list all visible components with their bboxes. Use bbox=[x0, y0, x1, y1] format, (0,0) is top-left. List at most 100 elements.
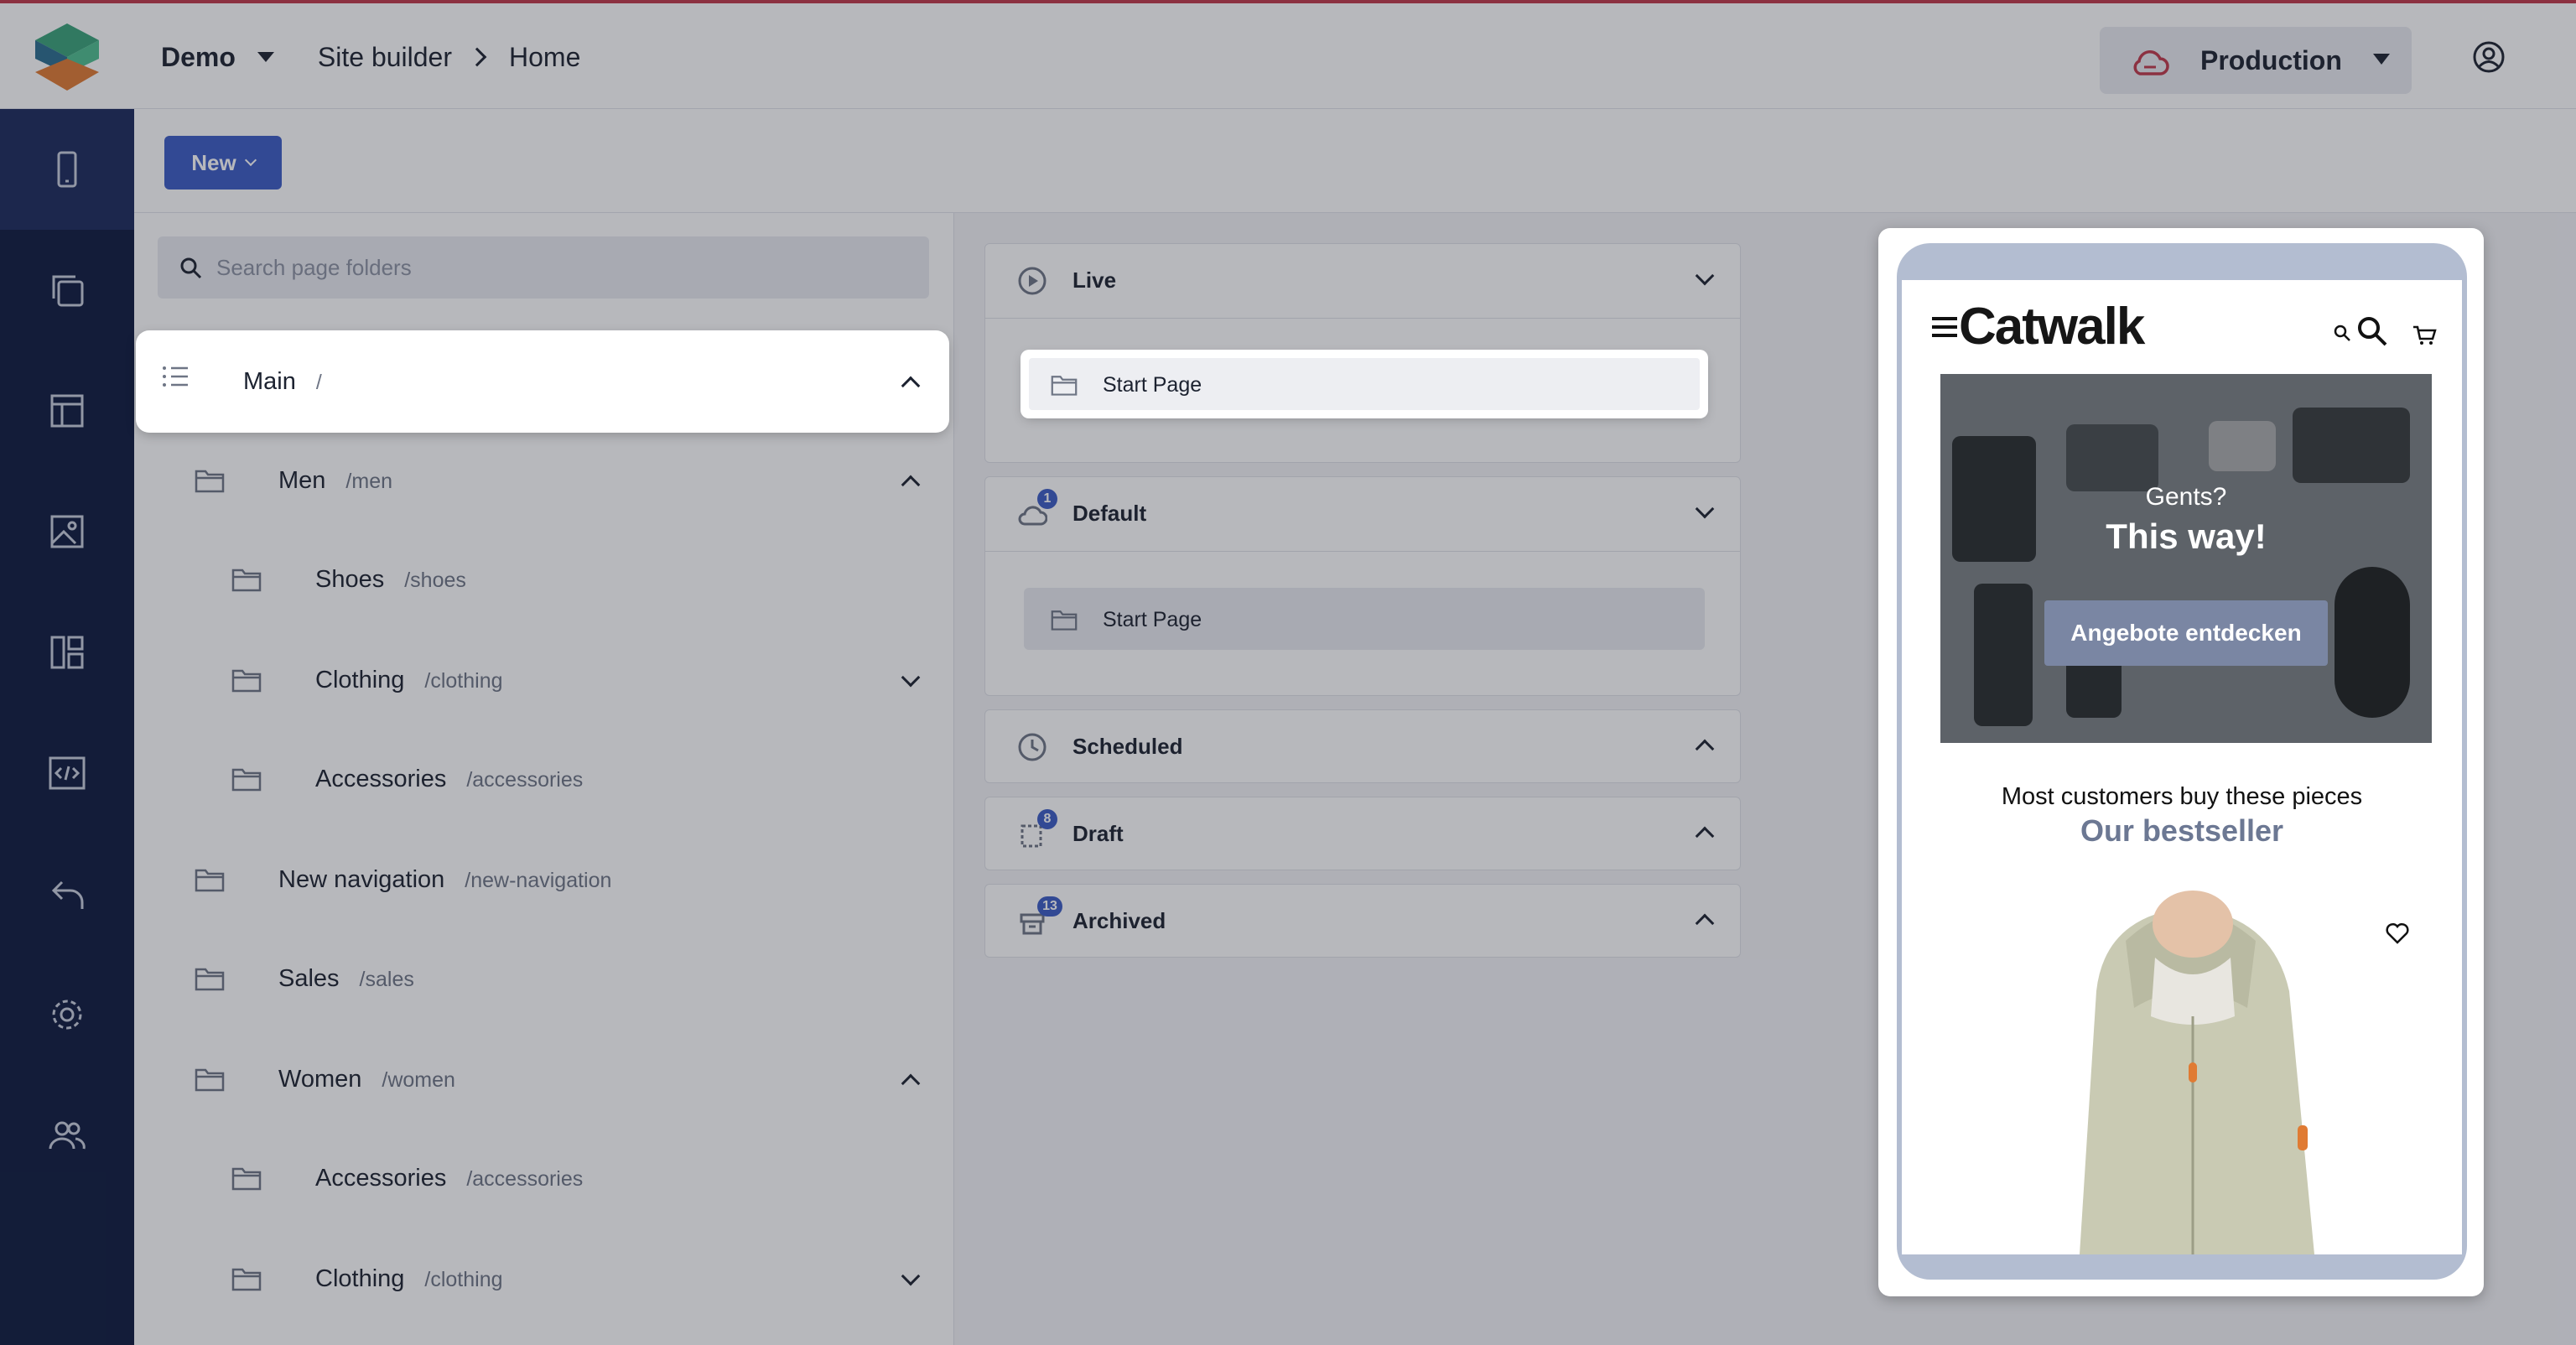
page-item-start-default[interactable]: Start Page bbox=[1024, 588, 1705, 650]
state-draft-header[interactable]: 8 Draft bbox=[985, 797, 1740, 871]
tree-row-women-clothing[interactable]: Clothing/clothing bbox=[134, 1229, 954, 1328]
nav-code[interactable] bbox=[0, 713, 134, 833]
hero-prop bbox=[2209, 421, 2276, 471]
chevron-down-icon[interactable] bbox=[901, 667, 921, 688]
play-circle-icon bbox=[1018, 267, 1046, 295]
undo-icon bbox=[51, 880, 84, 909]
state-title: Live bbox=[1072, 267, 1117, 293]
folder-search[interactable] bbox=[158, 236, 929, 299]
user-account-icon[interactable] bbox=[2472, 40, 2506, 74]
state-draft: 8 Draft bbox=[984, 797, 1741, 870]
state-archived: 13 Archived bbox=[984, 884, 1741, 958]
state-title: Archived bbox=[1072, 908, 1166, 933]
state-default: 1 Default Start Page bbox=[984, 476, 1741, 696]
tree-row-new-navigation[interactable]: New navigation/new-navigation bbox=[134, 830, 954, 929]
chevron-down-icon[interactable] bbox=[901, 1266, 921, 1286]
chevron-up-icon[interactable] bbox=[1695, 913, 1715, 933]
chevron-down-icon[interactable] bbox=[1695, 499, 1715, 519]
heart-icon[interactable] bbox=[2385, 921, 2410, 946]
tree-row-label: Clothing/clothing bbox=[315, 1265, 503, 1292]
nav-content[interactable] bbox=[0, 230, 134, 351]
folder-icon bbox=[231, 569, 262, 592]
chevron-up-icon[interactable] bbox=[1695, 739, 1715, 759]
page-item-start-live[interactable]: Start Page bbox=[1024, 353, 1705, 415]
tree-row-label: Shoes/shoes bbox=[315, 565, 466, 593]
search-icon bbox=[180, 257, 202, 279]
breadcrumb-site-builder[interactable]: Site builder bbox=[318, 42, 452, 73]
state-title: Scheduled bbox=[1072, 734, 1183, 759]
chevron-up-icon[interactable] bbox=[901, 1073, 921, 1093]
tree-row-label: New navigation/new-navigation bbox=[278, 865, 612, 893]
tree-row-shoes[interactable]: Shoes/shoes bbox=[134, 530, 954, 629]
new-button-label: New bbox=[191, 149, 236, 175]
tree-row-label: Men/men bbox=[278, 466, 393, 494]
site-header: Catwalk bbox=[1902, 280, 2462, 374]
list-icon bbox=[163, 366, 188, 387]
state-title: Default bbox=[1072, 501, 1147, 526]
state-badge: 1 bbox=[1037, 489, 1057, 509]
tree-row-accessories[interactable]: Accessories/accessories bbox=[134, 730, 954, 828]
tree-row-clothing[interactable]: Clothing/clothing bbox=[134, 631, 954, 730]
environment-selector[interactable]: Production bbox=[2100, 27, 2412, 94]
tree-row-men[interactable]: Men/men bbox=[134, 431, 954, 530]
preview-screen[interactable]: Catwalk Gents? This way! Angebote entdec… bbox=[1902, 280, 2462, 1254]
state-live-header[interactable]: Live bbox=[985, 244, 1740, 318]
site-brand: Catwalk bbox=[1959, 298, 2145, 356]
nav-history[interactable] bbox=[0, 833, 134, 954]
project-selector[interactable]: Demo bbox=[161, 42, 236, 73]
folder-icon bbox=[231, 1268, 262, 1291]
nav-media[interactable] bbox=[0, 471, 134, 592]
chevron-up-icon[interactable] bbox=[901, 475, 921, 495]
environment-label: Production bbox=[2200, 45, 2342, 75]
tree-row-label: Women/women bbox=[278, 1065, 455, 1093]
hero-title: This way! bbox=[2106, 517, 2267, 556]
cart-icon bbox=[2413, 325, 2437, 345]
nav-settings[interactable] bbox=[0, 954, 134, 1075]
new-button[interactable]: New bbox=[164, 136, 282, 190]
project-dropdown-icon[interactable] bbox=[257, 52, 274, 62]
bestseller-tagline: Most customers buy these pieces bbox=[2001, 783, 2363, 810]
cloud-off-icon bbox=[2133, 50, 2169, 75]
state-live: Live Start Page bbox=[984, 243, 1741, 463]
tree-row-main[interactable]: Main / bbox=[138, 332, 948, 431]
tree-row-women[interactable]: Women/women bbox=[134, 1030, 954, 1129]
folder-icon bbox=[231, 669, 262, 693]
device-frame: Catwalk Gents? This way! Angebote entdec… bbox=[1897, 243, 2467, 1280]
tree-row-women-accessories[interactable]: Accessories/accessories bbox=[134, 1129, 954, 1228]
search-icon bbox=[2334, 325, 2350, 341]
nav-layouts[interactable] bbox=[0, 351, 134, 471]
page-preview: Catwalk Gents? This way! Angebote entdec… bbox=[1878, 228, 2484, 1296]
environment-dropdown-icon bbox=[2373, 54, 2390, 65]
folder-icon bbox=[195, 869, 225, 892]
product-image[interactable] bbox=[1979, 891, 2407, 1254]
search-input[interactable] bbox=[216, 236, 904, 299]
nav-users[interactable] bbox=[0, 1075, 134, 1196]
hero-prop bbox=[2334, 567, 2410, 718]
chevron-down-icon bbox=[244, 153, 257, 167]
hero-cta-button[interactable]: Angebote entdecken bbox=[2044, 600, 2328, 666]
dashboard-icon bbox=[50, 636, 84, 669]
hero-prop bbox=[1974, 584, 2033, 726]
divider bbox=[985, 318, 1740, 319]
nav-pages[interactable] bbox=[0, 109, 134, 230]
page-item-label: Start Page bbox=[1103, 608, 1202, 631]
state-scheduled: Scheduled bbox=[984, 709, 1741, 783]
hero-banner: Gents? This way! Angebote entdecken bbox=[1940, 374, 2432, 743]
chevron-up-icon[interactable] bbox=[901, 376, 921, 396]
tree-row-label: Accessories/accessories bbox=[315, 765, 584, 792]
hero-prop bbox=[2066, 424, 2158, 491]
folder-tree-panel: Main/ Men/men Shoes/shoes Clothing/cloth… bbox=[134, 213, 954, 1345]
mobile-icon bbox=[57, 151, 77, 188]
chevron-down-icon[interactable] bbox=[1695, 266, 1715, 286]
tree-row-sales[interactable]: Sales/sales bbox=[134, 929, 954, 1028]
folder-icon bbox=[195, 1068, 225, 1092]
state-archived-header[interactable]: 13 Archived bbox=[985, 885, 1740, 958]
state-default-header[interactable]: 1 Default bbox=[985, 477, 1740, 551]
nav-dashboard[interactable] bbox=[0, 592, 134, 713]
state-scheduled-header[interactable]: Scheduled bbox=[985, 710, 1740, 784]
app-logo[interactable] bbox=[34, 23, 101, 92]
tree-row-label: Accessories/accessories bbox=[315, 1164, 584, 1192]
folder-icon bbox=[1051, 376, 1078, 396]
image-icon bbox=[50, 515, 84, 548]
chevron-up-icon[interactable] bbox=[1695, 826, 1715, 846]
